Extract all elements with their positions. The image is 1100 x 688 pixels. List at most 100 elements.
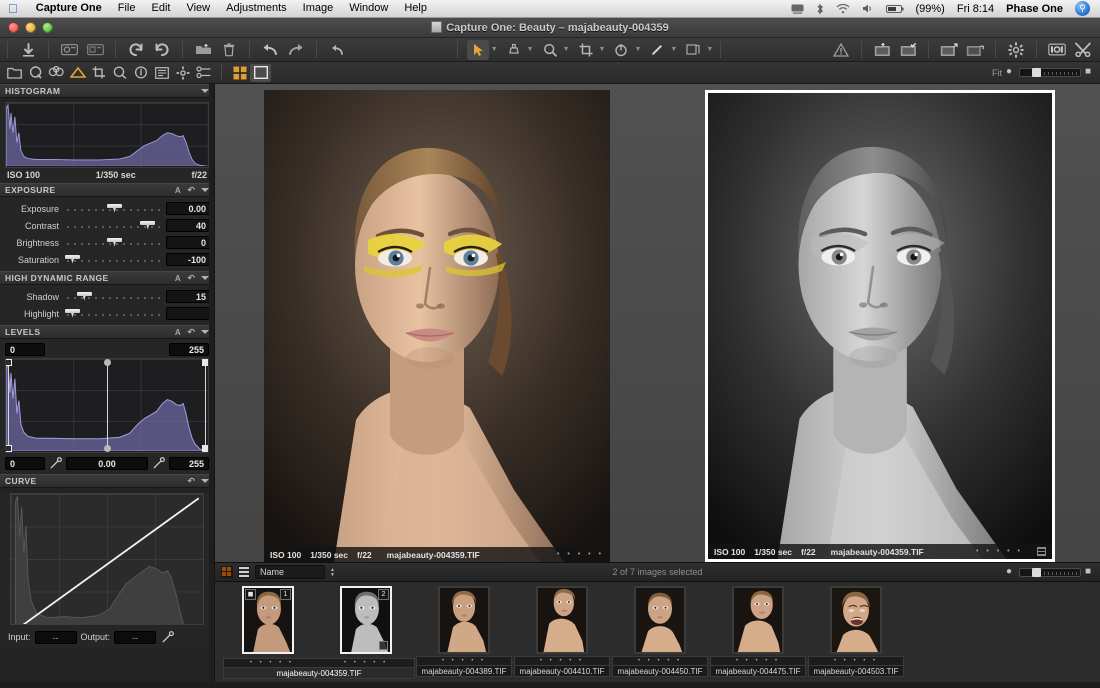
filmstrip-item-1[interactable]: ◼ 1 xyxy=(219,586,317,654)
shadow-value[interactable]: 15 xyxy=(166,290,211,303)
filmstrip-thumb-4[interactable] xyxy=(536,586,588,654)
chevron-down-icon[interactable] xyxy=(201,89,209,93)
folder-open-icon[interactable] xyxy=(192,40,214,60)
list-tool-tab[interactable] xyxy=(151,64,172,82)
cursor-arrow-icon[interactable] xyxy=(466,39,489,60)
tools-icon[interactable] xyxy=(1072,40,1094,60)
process-icon[interactable] xyxy=(964,40,986,60)
menubar-user[interactable]: Phase One xyxy=(1000,3,1069,15)
levels-black-point-handle[interactable] xyxy=(6,359,12,452)
filmstrip-filename-3[interactable]: majabeauty-004389.TIF xyxy=(416,665,512,677)
picker-dropdown-caret-icon[interactable]: ▼ xyxy=(527,46,534,53)
menu-edit[interactable]: Edit xyxy=(144,0,179,17)
list-view-toggle[interactable] xyxy=(238,566,250,578)
thumbnail-grid-toggle[interactable] xyxy=(221,566,233,578)
contrast-slider[interactable] xyxy=(65,219,163,233)
adjustments-tool-tab[interactable] xyxy=(172,64,193,82)
filmstrip-item-5[interactable]: • • • • • majabeauty-004450.TIF xyxy=(611,586,709,677)
chevron-down-icon[interactable] xyxy=(201,330,209,334)
pen-dropdown-caret-icon[interactable]: ▼ xyxy=(670,46,677,53)
crop-dropdown-caret-icon[interactable]: ▼ xyxy=(599,46,606,53)
filmstrip-rating-7[interactable]: • • • • • xyxy=(808,656,904,665)
search-icon[interactable]: ⚲ xyxy=(1069,1,1096,16)
viewer-slot-primary[interactable]: ISO 100 1/350 sec f/22 majabeauty-004359… xyxy=(264,90,610,562)
capture-button[interactable] xyxy=(58,40,80,60)
filmstrip-item-7[interactable]: • • • • • majabeauty-004503.TIF xyxy=(807,586,905,677)
menu-window[interactable]: Window xyxy=(341,0,396,17)
rating-stars-b[interactable]: • • • • • xyxy=(344,660,388,666)
hdr-reset-icon[interactable]: ↷ xyxy=(187,273,195,284)
rating-stars-a[interactable]: • • • • • xyxy=(250,660,294,666)
brightness-slider[interactable] xyxy=(65,236,163,250)
lens-tool-tab[interactable] xyxy=(88,64,109,82)
copy-dropdown-caret-icon[interactable]: ▼ xyxy=(706,46,713,53)
primary-photo[interactable]: ISO 100 1/350 sec f/22 majabeauty-004359… xyxy=(264,90,610,562)
levels-output-black-field[interactable]: 0 xyxy=(5,456,45,470)
redo-arrow-icon[interactable] xyxy=(285,40,307,60)
grid-view-button[interactable] xyxy=(229,64,250,82)
chevron-down-icon[interactable] xyxy=(201,188,209,192)
batch-tool-tab[interactable] xyxy=(193,64,214,82)
menu-image[interactable]: Image xyxy=(295,0,342,17)
exposure-slider-handle[interactable] xyxy=(107,203,122,214)
capture-next-button[interactable] xyxy=(84,40,106,60)
saturation-value[interactable]: -100 xyxy=(166,253,211,266)
black-point-picker-icon[interactable] xyxy=(48,456,63,470)
wifi-icon[interactable] xyxy=(830,3,856,14)
thumbnail-size-handle[interactable] xyxy=(1032,567,1041,577)
library-tool-tab[interactable] xyxy=(4,64,25,82)
primary-rating[interactable]: • • • • • xyxy=(557,551,604,558)
histogram-section-header[interactable]: HISTOGRAM xyxy=(0,84,214,98)
crop-icon[interactable] xyxy=(575,40,597,60)
magnifier-icon[interactable] xyxy=(539,40,561,60)
focus-tool-tab[interactable] xyxy=(109,64,130,82)
filmstrip-rating-1[interactable]: • • • • • • • • • • xyxy=(223,658,415,667)
levels-section-header[interactable]: LEVELS A ↷ xyxy=(0,325,214,339)
curve-graph[interactable] xyxy=(10,493,204,625)
filmstrip-item-2[interactable]: 2 xyxy=(317,586,415,654)
exposure-tool-tab[interactable] xyxy=(67,64,88,82)
cursor-dropdown-caret-icon[interactable]: ▼ xyxy=(491,46,498,53)
filmstrip-item-4[interactable]: • • • • • majabeauty-004410.TIF xyxy=(513,586,611,677)
shadow-slider-handle[interactable] xyxy=(76,291,92,302)
curve-picker-icon[interactable] xyxy=(160,630,175,644)
menu-view[interactable]: View xyxy=(178,0,218,17)
contrast-value[interactable]: 40 xyxy=(166,219,211,232)
curve-input-field[interactable]: -- xyxy=(34,630,77,644)
levels-midpoint-handle[interactable] xyxy=(104,359,111,452)
levels-input-white-field[interactable]: 255 xyxy=(169,343,209,356)
album-add-icon[interactable] xyxy=(871,40,893,60)
filmstrip-filename-7[interactable]: majabeauty-004503.TIF xyxy=(808,665,904,677)
highlight-slider-handle[interactable] xyxy=(65,308,80,319)
shadow-slider[interactable] xyxy=(65,290,163,304)
filmstrip-item-3[interactable]: • • • • • majabeauty-004389.TIF xyxy=(415,586,513,677)
viewer-slot-secondary[interactable]: ISO 100 1/350 sec f/22 majabeauty-004359… xyxy=(705,90,1055,562)
bluetooth-icon[interactable] xyxy=(810,3,830,15)
levels-auto-button[interactable]: A xyxy=(175,328,181,337)
picker-icon[interactable] xyxy=(503,40,525,60)
curve-section-header[interactable]: CURVE ↷ xyxy=(0,474,214,488)
volume-icon[interactable] xyxy=(856,3,880,14)
zoom-dropdown-caret-icon[interactable]: ▼ xyxy=(563,46,570,53)
exposure-section-header[interactable]: EXPOSURE A ↷ xyxy=(0,183,214,197)
rotate-dropdown-caret-icon[interactable]: ▼ xyxy=(634,46,641,53)
menu-app-name[interactable]: Capture One xyxy=(28,0,110,17)
zoom-slider-handle[interactable] xyxy=(1032,68,1041,77)
exposure-auto-button[interactable]: A xyxy=(175,186,181,195)
sidebar-scrollbar[interactable] xyxy=(209,84,214,688)
chevron-down-icon[interactable] xyxy=(201,479,209,483)
menubar-clock[interactable]: Fri 8:14 xyxy=(951,3,1000,15)
curve-output-field[interactable]: -- xyxy=(114,630,157,644)
hdr-section-header[interactable]: HIGH DYNAMIC RANGE A ↷ xyxy=(0,271,214,285)
copy-adjust-icon[interactable] xyxy=(682,40,704,60)
filmstrip-filename-6[interactable]: majabeauty-004475.TIF xyxy=(710,665,806,677)
levels-input-black-field[interactable]: 0 xyxy=(5,343,45,356)
gear-icon[interactable] xyxy=(1005,40,1027,60)
menu-adjustments[interactable]: Adjustments xyxy=(218,0,295,17)
display-icon[interactable] xyxy=(785,4,810,14)
contrast-slider-handle[interactable] xyxy=(140,220,156,231)
zoom-slider[interactable] xyxy=(1019,68,1081,77)
album-check-icon[interactable] xyxy=(897,40,919,60)
saturation-slider-handle[interactable] xyxy=(65,254,80,265)
filmstrip-thumb-3[interactable] xyxy=(438,586,490,654)
